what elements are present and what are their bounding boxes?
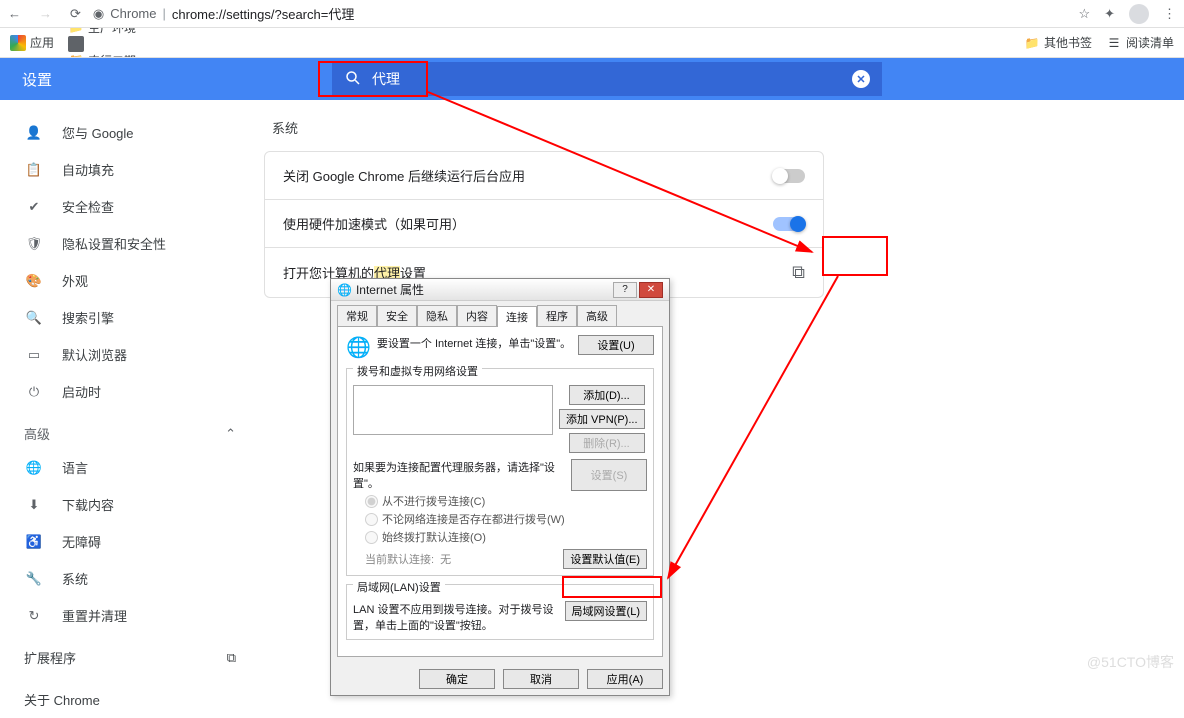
folder-icon: 📁: [68, 28, 84, 35]
dialog-tabs: 常规安全隐私内容连接程序高级: [331, 301, 669, 326]
row-background-apps[interactable]: 关闭 Google Chrome 后继续运行后台应用: [265, 152, 823, 199]
search-icon: 🔍: [24, 310, 44, 326]
lan-group: 局域网(LAN)设置 LAN 设置不应用到拨号连接。对于拨号设置，单击上面的"设…: [346, 584, 654, 640]
site-label: Chrome: [110, 6, 156, 21]
radio-default-dial[interactable]: 始终拨打默认连接(O): [365, 529, 647, 545]
watermark: @51CTO博客: [1087, 652, 1174, 672]
url-text: chrome://settings/?search=代理: [172, 4, 354, 23]
sidebar-item-search[interactable]: 🔍搜索引擎: [0, 299, 260, 336]
row-hardware-accel[interactable]: 使用硬件加速模式（如果可用）: [265, 199, 823, 247]
sidebar-item-person[interactable]: 👤您与 Google: [0, 114, 260, 151]
sidebar-item-reset[interactable]: ↻重置并清理: [0, 597, 260, 634]
dialog-tab-6[interactable]: 高级: [577, 305, 617, 326]
dialup-group: 拨号和虚拟专用网络设置 添加(D)... 添加 VPN(P)... 删除(R).…: [346, 368, 654, 576]
favicon-icon: [68, 36, 84, 52]
dialog-tab-5[interactable]: 程序: [537, 305, 577, 326]
security-icon: ✔: [24, 199, 44, 215]
sidebar-item-a11y[interactable]: ♿无障碍: [0, 523, 260, 560]
radio-always-dial[interactable]: 不论网络连接是否存在都进行拨号(W): [365, 511, 647, 527]
add-button[interactable]: 添加(D)...: [569, 385, 645, 405]
connection-icon: 🌐: [346, 335, 371, 360]
settings-search-input[interactable]: [372, 71, 842, 87]
sidebar-about[interactable]: 关于 Chrome: [0, 681, 260, 718]
sidebar-item-startup[interactable]: ⏻启动时: [0, 373, 260, 410]
reset-icon: ↻: [24, 608, 44, 624]
radio-never-dial[interactable]: 从不进行拨号连接(C): [365, 493, 647, 509]
bookmark-item[interactable]: 📁其他书签: [1024, 34, 1092, 51]
clear-search-icon[interactable]: ✕: [852, 70, 870, 88]
reading-list-icon: ☰: [1106, 35, 1122, 51]
settings-search[interactable]: ✕: [332, 62, 882, 96]
browser-icon: ▭: [24, 347, 44, 363]
system-icon: 🔧: [24, 571, 44, 587]
browser-nav-bar: ← → ⟳ ◉ Chrome | chrome://settings/?sear…: [0, 0, 1184, 28]
section-title: 系统: [272, 118, 1184, 137]
lang-icon: 🌐: [24, 460, 44, 476]
sidebar-item-security[interactable]: ✔安全检查: [0, 188, 260, 225]
sidebar-extensions[interactable]: 扩展程序 ⧉: [0, 634, 260, 681]
a11y-icon: ♿: [24, 534, 44, 550]
set-default-button[interactable]: 设置默认值(E): [563, 549, 647, 569]
privacy-icon: 🛡: [24, 236, 44, 252]
bookmark-item[interactable]: 📁生产环境: [68, 28, 196, 36]
site-info-icon[interactable]: ◉: [93, 6, 104, 22]
sidebar-item-appearance[interactable]: 🎨外观: [0, 262, 260, 299]
folder-icon: 📁: [1024, 35, 1040, 51]
add-vpn-button[interactable]: 添加 VPN(P)...: [559, 409, 645, 429]
sidebar-item-browser[interactable]: ▭默认浏览器: [0, 336, 260, 373]
toggle-hardware-accel[interactable]: [773, 217, 805, 231]
connections-listbox[interactable]: [353, 385, 553, 435]
bookmark-star-icon[interactable]: ☆: [1078, 6, 1090, 22]
open-external-icon[interactable]: ⧉: [792, 262, 805, 283]
cancel-button[interactable]: 取消: [503, 669, 579, 689]
apps-shortcut[interactable]: 应用: [10, 34, 54, 51]
settings-header: 设置 ✕: [0, 58, 1184, 100]
external-link-icon: ⧉: [227, 650, 236, 666]
dialog-titlebar[interactable]: 🌐 Internet 属性 ? ✕: [331, 279, 669, 301]
sidebar-item-autofill[interactable]: 📋自动填充: [0, 151, 260, 188]
internet-properties-dialog: 🌐 Internet 属性 ? ✕ 常规安全隐私内容连接程序高级 🌐 要设置一个…: [330, 278, 670, 696]
lan-settings-button[interactable]: 局域网设置(L): [565, 601, 647, 621]
sidebar-item-lang[interactable]: 🌐语言: [0, 449, 260, 486]
apply-button[interactable]: 应用(A): [587, 669, 663, 689]
remove-button[interactable]: 删除(R)...: [569, 433, 645, 453]
settings-title: 设置: [22, 69, 52, 90]
profile-icon[interactable]: [1129, 4, 1149, 24]
search-icon: [344, 69, 362, 90]
bookmarks-bar: 应用 百度一下网址大全我的地盘 - 禅道ps在线版 Photosh…📁测试环境📁…: [0, 28, 1184, 58]
forward-icon[interactable]: →: [39, 6, 52, 21]
bookmark-item[interactable]: ☰阅读清单: [1106, 34, 1174, 51]
sidebar-item-download[interactable]: ⬇下载内容: [0, 486, 260, 523]
dialog-tab-4[interactable]: 连接: [497, 306, 537, 327]
dialog-tab-1[interactable]: 安全: [377, 305, 417, 326]
startup-icon: ⏻: [24, 384, 44, 400]
sidebar-item-privacy[interactable]: 🛡隐私设置和安全性: [0, 225, 260, 262]
sidebar-advanced-toggle[interactable]: 高级 ⌃: [0, 410, 260, 449]
dialog-tab-0[interactable]: 常规: [337, 305, 377, 326]
apps-icon: [10, 35, 26, 51]
globe-icon: 🌐: [337, 283, 352, 297]
back-icon[interactable]: ←: [8, 6, 21, 21]
conn-settings-button[interactable]: 设置(S): [571, 459, 647, 491]
reload-icon[interactable]: ⟳: [70, 6, 81, 22]
appearance-icon: 🎨: [24, 273, 44, 289]
person-icon: 👤: [24, 125, 44, 141]
toggle-background-apps[interactable]: [773, 169, 805, 183]
dialog-tab-3[interactable]: 内容: [457, 305, 497, 326]
address-bar[interactable]: ◉ Chrome | chrome://settings/?search=代理: [93, 4, 354, 23]
setup-button[interactable]: 设置(U): [578, 335, 654, 355]
help-button[interactable]: ?: [613, 282, 637, 298]
chevron-up-icon: ⌃: [225, 426, 236, 442]
download-icon: ⬇: [24, 497, 44, 513]
system-settings-card: 关闭 Google Chrome 后继续运行后台应用 使用硬件加速模式（如果可用…: [264, 151, 824, 298]
menu-icon[interactable]: ⋮: [1163, 6, 1176, 22]
extensions-icon[interactable]: ✦: [1104, 6, 1115, 22]
autofill-icon: 📋: [24, 162, 44, 178]
close-button[interactable]: ✕: [639, 282, 663, 298]
bookmark-item[interactable]: [68, 36, 196, 52]
ok-button[interactable]: 确定: [419, 669, 495, 689]
sidebar-item-system[interactable]: 🔧系统: [0, 560, 260, 597]
settings-sidebar: 👤您与 Google📋自动填充✔安全检查🛡隐私设置和安全性🎨外观🔍搜索引擎▭默认…: [0, 100, 260, 678]
dialog-tab-2[interactable]: 隐私: [417, 305, 457, 326]
